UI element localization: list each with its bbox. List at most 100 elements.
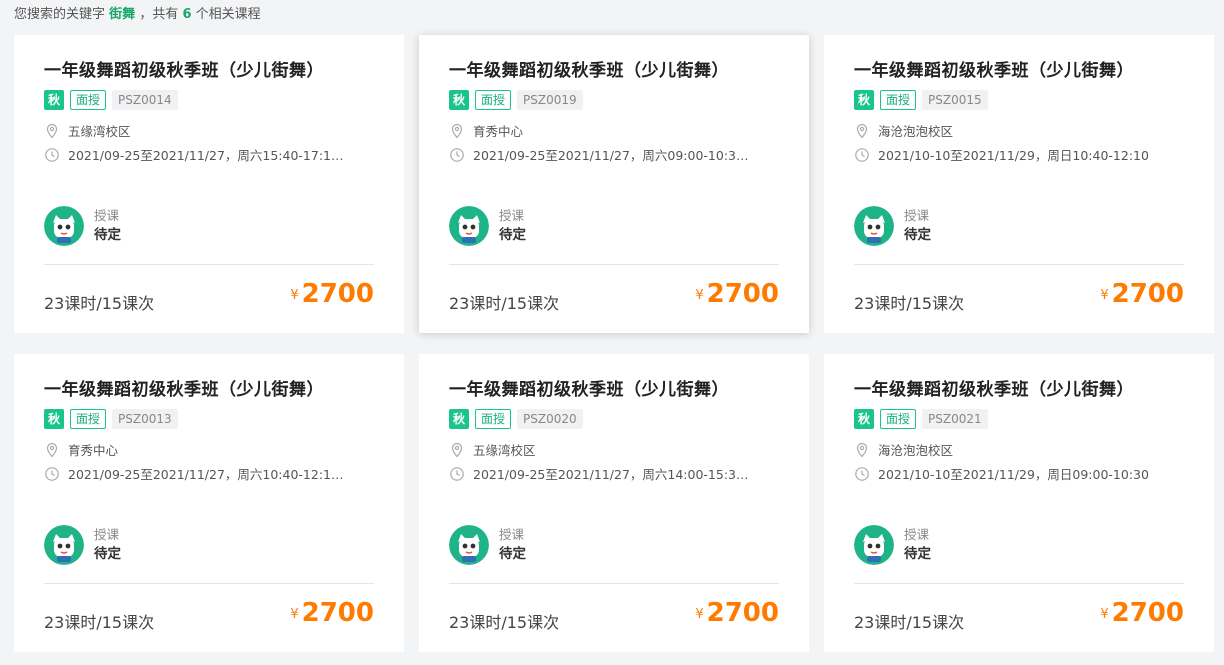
schedule-text: 2021/09-25至2021/11/27，周六15:40-17:10... xyxy=(68,148,348,163)
course-price: ¥2700 xyxy=(1100,598,1184,628)
teacher-label: 授课 xyxy=(499,527,525,542)
course-code-badge: PSZ0021 xyxy=(922,409,988,429)
location-row: 海沧泡泡校区 xyxy=(854,121,953,140)
teacher-name: 待定 xyxy=(94,227,121,243)
mode-badge: 面授 xyxy=(70,90,107,110)
course-card[interactable]: 一年级舞蹈初级秋季班（少儿街舞） 秋 面授 PSZ0019 育秀中心 2021/… xyxy=(419,35,809,333)
course-card[interactable]: 一年级舞蹈初级秋季班（少儿街舞） 秋 面授 PSZ0021 海沧泡泡校区 202… xyxy=(824,354,1214,652)
course-tags: 秋 面授 PSZ0013 xyxy=(44,409,178,429)
price-value: 2700 xyxy=(706,279,779,309)
season-badge: 秋 xyxy=(449,90,469,110)
clock-icon xyxy=(449,466,465,482)
price-value: 2700 xyxy=(301,598,374,628)
card-divider xyxy=(44,264,374,265)
season-badge: 秋 xyxy=(449,409,469,429)
lesson-count: 23课时/15课次 xyxy=(44,613,155,632)
lesson-count: 23课时/15课次 xyxy=(854,613,965,632)
course-title[interactable]: 一年级舞蹈初级秋季班（少儿街舞） xyxy=(44,56,324,81)
course-price: ¥2700 xyxy=(695,279,779,309)
course-tags: 秋 面授 PSZ0019 xyxy=(449,90,583,110)
summary-prefix: 您搜索的关键字 xyxy=(14,7,106,22)
mode-badge: 面授 xyxy=(475,90,512,110)
course-tags: 秋 面授 PSZ0020 xyxy=(449,409,583,429)
course-title[interactable]: 一年级舞蹈初级秋季班（少儿街舞） xyxy=(449,375,729,400)
course-code-badge: PSZ0020 xyxy=(517,409,583,429)
teacher-name: 待定 xyxy=(904,546,931,562)
card-divider xyxy=(449,264,779,265)
teacher-label: 授课 xyxy=(94,208,120,223)
card-divider xyxy=(854,583,1184,584)
price-value: 2700 xyxy=(706,598,779,628)
teacher-label: 授课 xyxy=(904,208,930,223)
course-code-badge: PSZ0013 xyxy=(112,409,178,429)
course-tags: 秋 面授 PSZ0021 xyxy=(854,409,988,429)
course-card[interactable]: 一年级舞蹈初级秋季班（少儿街舞） 秋 面授 PSZ0013 育秀中心 2021/… xyxy=(14,354,404,652)
season-badge: 秋 xyxy=(44,90,64,110)
currency-symbol: ¥ xyxy=(290,607,299,622)
teacher-avatar xyxy=(854,525,894,565)
course-title[interactable]: 一年级舞蹈初级秋季班（少儿街舞） xyxy=(854,375,1134,400)
location-text: 育秀中心 xyxy=(68,443,119,458)
course-code-badge: PSZ0014 xyxy=(112,90,178,110)
schedule-text: 2021/10-10至2021/11/29，周日10:40-12:10 xyxy=(878,148,1149,163)
course-grid: 一年级舞蹈初级秋季班（少儿街舞） 秋 面授 PSZ0014 五缘湾校区 2021… xyxy=(14,35,1214,652)
location-pin-icon xyxy=(449,442,465,458)
teacher-label: 授课 xyxy=(94,527,120,542)
course-title[interactable]: 一年级舞蹈初级秋季班（少儿街舞） xyxy=(44,375,324,400)
schedule-text: 2021/10-10至2021/11/29，周日09:00-10:30 xyxy=(878,467,1149,482)
course-card[interactable]: 一年级舞蹈初级秋季班（少儿街舞） 秋 面授 PSZ0015 海沧泡泡校区 202… xyxy=(824,35,1214,333)
currency-symbol: ¥ xyxy=(290,288,299,303)
location-row: 育秀中心 xyxy=(449,121,523,140)
location-text: 五缘湾校区 xyxy=(68,124,131,139)
lesson-count: 23课时/15课次 xyxy=(449,294,560,313)
location-text: 育秀中心 xyxy=(473,124,524,139)
card-divider xyxy=(854,264,1184,265)
search-summary: 您搜索的关键字 街舞 ，共有 6 个相关课程 xyxy=(14,5,261,25)
teacher-avatar xyxy=(44,525,84,565)
currency-symbol: ¥ xyxy=(695,288,704,303)
mode-badge: 面授 xyxy=(70,409,107,429)
lesson-count: 23课时/15课次 xyxy=(854,294,965,313)
teacher-block: 授课 待定 xyxy=(854,206,931,246)
location-pin-icon xyxy=(854,442,870,458)
location-row: 五缘湾校区 xyxy=(44,121,131,140)
card-divider xyxy=(449,583,779,584)
schedule-text: 2021/09-25至2021/11/27，周六14:00-15:30... xyxy=(473,467,753,482)
teacher-block: 授课 待定 xyxy=(44,525,121,565)
location-row: 五缘湾校区 xyxy=(449,440,536,459)
course-card[interactable]: 一年级舞蹈初级秋季班（少儿街舞） 秋 面授 PSZ0014 五缘湾校区 2021… xyxy=(14,35,404,333)
location-pin-icon xyxy=(449,123,465,139)
search-keyword: 街舞 xyxy=(109,7,136,22)
schedule-row: 2021/09-25至2021/11/27，周六14:00-15:30... xyxy=(449,464,753,483)
price-value: 2700 xyxy=(1111,598,1184,628)
location-text: 海沧泡泡校区 xyxy=(878,443,954,458)
location-text: 海沧泡泡校区 xyxy=(878,124,954,139)
schedule-row: 2021/09-25至2021/11/27，周六15:40-17:10... xyxy=(44,145,348,164)
price-value: 2700 xyxy=(1111,279,1184,309)
schedule-row: 2021/09-25至2021/11/27，周六09:00-10:30... xyxy=(449,145,753,164)
course-title[interactable]: 一年级舞蹈初级秋季班（少儿街舞） xyxy=(449,56,729,81)
teacher-block: 授课 待定 xyxy=(44,206,121,246)
clock-icon xyxy=(854,147,870,163)
lesson-count: 23课时/15课次 xyxy=(44,294,155,313)
season-badge: 秋 xyxy=(854,409,874,429)
schedule-text: 2021/09-25至2021/11/27，周六10:40-12:10... xyxy=(68,467,348,482)
course-title[interactable]: 一年级舞蹈初级秋季班（少儿街舞） xyxy=(854,56,1134,81)
location-row: 育秀中心 xyxy=(44,440,118,459)
course-card[interactable]: 一年级舞蹈初级秋季班（少儿街舞） 秋 面授 PSZ0020 五缘湾校区 2021… xyxy=(419,354,809,652)
lesson-count: 23课时/15课次 xyxy=(449,613,560,632)
teacher-avatar xyxy=(854,206,894,246)
currency-symbol: ¥ xyxy=(1100,607,1109,622)
course-code-badge: PSZ0019 xyxy=(517,90,583,110)
location-pin-icon xyxy=(854,123,870,139)
course-price: ¥2700 xyxy=(695,598,779,628)
location-pin-icon xyxy=(44,123,60,139)
teacher-block: 授课 待定 xyxy=(854,525,931,565)
clock-icon xyxy=(44,466,60,482)
mode-badge: 面授 xyxy=(880,409,917,429)
summary-middle: ，共有 xyxy=(139,7,179,22)
schedule-row: 2021/09-25至2021/11/27，周六10:40-12:10... xyxy=(44,464,348,483)
teacher-block: 授课 待定 xyxy=(449,206,526,246)
teacher-avatar xyxy=(449,525,489,565)
teacher-label: 授课 xyxy=(499,208,525,223)
